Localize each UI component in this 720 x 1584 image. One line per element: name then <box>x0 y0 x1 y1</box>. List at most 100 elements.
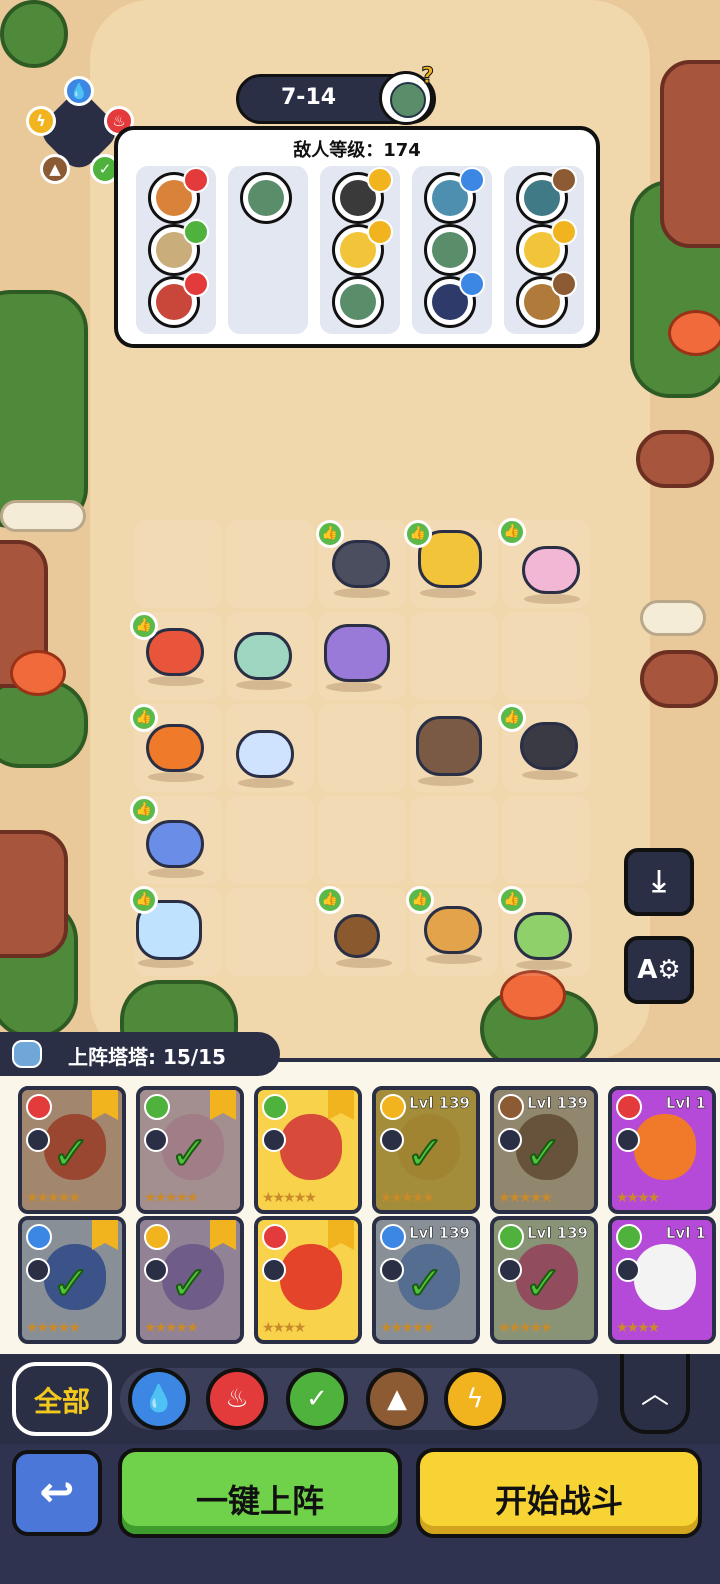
grid-tile[interactable] <box>318 704 406 792</box>
stage-level-banner: 7-14 ? <box>236 64 436 125</box>
star-rating: ★★★★★ <box>26 1190 81 1206</box>
thumbs-up-icon: 👍 <box>130 704 158 732</box>
grid-tile[interactable] <box>226 520 314 608</box>
tower-unit[interactable] <box>230 720 300 788</box>
thumbs-up-icon: 👍 <box>316 886 344 914</box>
grid-tile[interactable] <box>134 520 222 608</box>
bolt-element-icon: ϟ <box>26 106 56 136</box>
grid-tile[interactable] <box>410 612 498 700</box>
tower-card[interactable]: ✓ ★★★★★ <box>18 1086 126 1214</box>
enemy-preview-panel: 敌人等级：174 <box>114 126 600 348</box>
bolt-element-icon <box>144 1224 170 1250</box>
question-mark-icon: ? <box>421 64 435 90</box>
enemy-lane <box>228 166 308 334</box>
grid-tile[interactable] <box>318 796 406 884</box>
filter-earth-button[interactable]: ▲ <box>366 1368 428 1430</box>
tower-card[interactable]: Lvl 1 ★★★★ <box>608 1216 716 1344</box>
tower-unit[interactable] <box>410 706 490 786</box>
auto-deploy-button[interactable]: 一键上阵 <box>118 1448 402 1538</box>
element-filter-bar: 全部 💧 ♨ ✓ ▲ ϟ ︿ <box>0 1354 720 1444</box>
enemy-portrait <box>332 219 393 276</box>
filter-all-button[interactable]: 全部 <box>12 1362 112 1436</box>
bolt-element-icon <box>367 219 393 245</box>
enemy-portrait <box>424 271 485 328</box>
fire-element-icon <box>616 1094 642 1120</box>
stage-label: 7-14 <box>281 85 337 110</box>
filter-water-button[interactable]: 💧 <box>128 1368 190 1430</box>
enemy-info-button[interactable]: ? <box>379 64 434 125</box>
bone-decoration <box>0 500 86 532</box>
auto-settings-button[interactable]: A⚙ <box>624 936 694 1004</box>
download-formation-button[interactable]: ⤓ <box>624 848 694 916</box>
grid-tile[interactable] <box>410 796 498 884</box>
fire-element-icon <box>183 271 209 297</box>
tower-card[interactable]: ✓ ★★★★★ <box>136 1216 244 1344</box>
bone-decoration <box>640 600 706 636</box>
auto-settings-icon: A⚙ <box>637 955 681 985</box>
enemy-portrait <box>148 219 209 276</box>
water-element-icon <box>459 271 485 297</box>
tower-portrait <box>280 1244 342 1310</box>
tower-portrait <box>634 1114 696 1180</box>
enemy-portrait <box>332 276 384 328</box>
cat-icon <box>12 1040 42 1068</box>
flower-decoration <box>668 310 720 356</box>
enemy-lane <box>320 166 400 334</box>
tower-card[interactable]: Lvl 1 ★★★★ <box>608 1086 716 1214</box>
tower-level: Lvl 139 <box>408 1094 471 1113</box>
star-rating: ★★★★★ <box>144 1190 199 1206</box>
water-element-icon: 💧 <box>142 1384 176 1414</box>
deployed-check-icon: ✓ <box>169 1255 210 1311</box>
start-battle-button[interactable]: 开始战斗 <box>416 1448 702 1538</box>
tower-card[interactable]: Lvl 139 ✓ ★★★★★ <box>372 1216 480 1344</box>
sword-type-icon <box>262 1258 286 1282</box>
tower-card[interactable]: ★★★★★ <box>254 1086 362 1214</box>
star-rating: ★★★★★ <box>498 1320 553 1336</box>
deployed-check-icon: ✓ <box>405 1125 446 1181</box>
tower-unit[interactable] <box>318 614 398 692</box>
deployed-check-icon: ✓ <box>523 1125 564 1181</box>
enemy-lane <box>412 166 492 334</box>
leaf-element-icon <box>183 219 209 245</box>
earth-element-icon: ▲ <box>40 154 70 184</box>
back-button[interactable]: ↩ <box>12 1450 102 1536</box>
grid-tile[interactable] <box>226 888 314 976</box>
tower-card[interactable]: ★★★★ <box>254 1216 362 1344</box>
tower-card[interactable]: ✓ ★★★★★ <box>136 1086 244 1214</box>
download-icon: ⤓ <box>652 864 666 899</box>
filter-fire-button[interactable]: ♨ <box>206 1368 268 1430</box>
grid-tile[interactable] <box>502 796 590 884</box>
bolt-element-icon <box>551 219 577 245</box>
filter-all-label: 全部 <box>33 1385 90 1418</box>
tower-card[interactable]: Lvl 139 ✓ ★★★★★ <box>490 1216 598 1344</box>
filter-bolt-button[interactable]: ϟ <box>444 1368 506 1430</box>
battlefield: 💧 ♨ ✓ ▲ ϟ 7-14 ? 敌人等级：174 👍 👍 👍 👍 👍 👍 👍 … <box>0 0 720 1060</box>
type-icon <box>380 1128 404 1152</box>
grid-tile[interactable] <box>226 796 314 884</box>
grid-tile[interactable] <box>502 612 590 700</box>
enemy-lane <box>504 166 584 334</box>
type-icon <box>498 1128 522 1152</box>
tower-unit[interactable] <box>328 904 392 968</box>
type-icon <box>144 1128 168 1152</box>
expand-roster-button[interactable]: ︿ <box>620 1354 690 1434</box>
earth-element-icon: ▲ <box>387 1384 407 1414</box>
thumbs-up-icon: 👍 <box>498 704 526 732</box>
star-rating: ★★★★★ <box>498 1190 553 1206</box>
thumbs-up-icon: 👍 <box>498 518 526 546</box>
back-arrow-icon: ↩ <box>39 1467 75 1516</box>
tower-level: Lvl 139 <box>526 1094 589 1113</box>
star-rating: ★★★★ <box>616 1190 660 1206</box>
deployed-check-icon: ✓ <box>51 1125 92 1181</box>
earth-element-icon <box>551 271 577 297</box>
filter-leaf-button[interactable]: ✓ <box>286 1368 348 1430</box>
tower-card[interactable]: Lvl 139 ✓ ★★★★★ <box>490 1086 598 1214</box>
star-rating: ★★★★★ <box>262 1190 317 1206</box>
tower-card[interactable]: Lvl 139 ✓ ★★★★★ <box>372 1086 480 1214</box>
enemy-portrait <box>424 224 476 276</box>
rock-decoration <box>640 650 718 708</box>
tower-unit[interactable] <box>516 536 586 604</box>
tower-card[interactable]: ✓ ★★★★★ <box>18 1216 126 1344</box>
tower-unit[interactable] <box>228 622 298 690</box>
enemy-portrait <box>516 271 577 328</box>
